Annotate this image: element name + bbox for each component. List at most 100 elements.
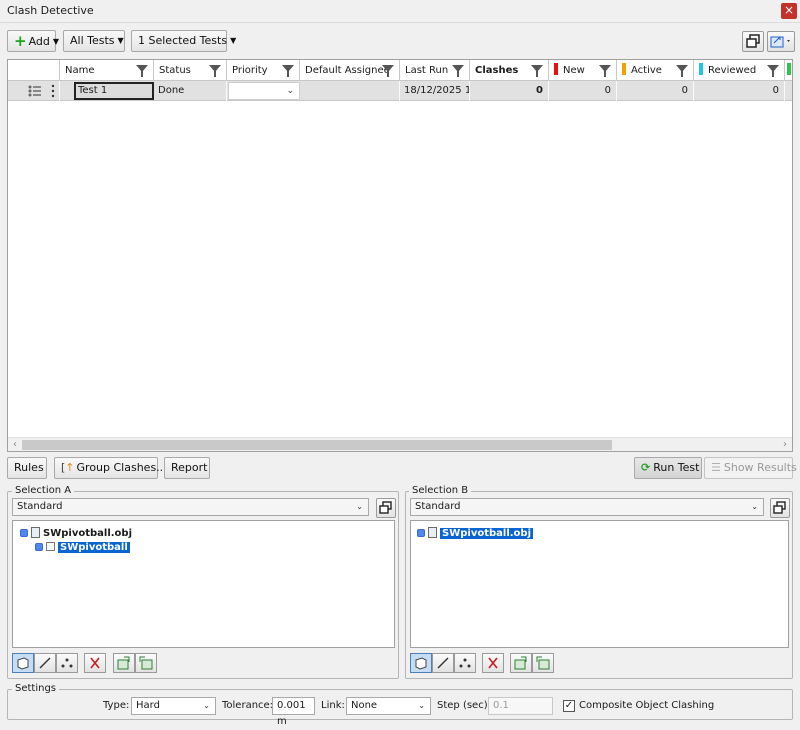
tree-node[interactable]: SWpivotball.obj xyxy=(20,527,132,541)
selection-a-restore-button[interactable] xyxy=(376,498,396,518)
filter-icon[interactable] xyxy=(136,65,148,77)
tree-node-label: SWpivotball.obj xyxy=(440,528,534,539)
tests-grid: Name Status Priority Default Assignee La… xyxy=(7,59,793,452)
lines-toggle[interactable] xyxy=(34,653,56,673)
rules-button[interactable]: Rules xyxy=(7,457,47,479)
column-header-priority[interactable]: Priority xyxy=(227,60,300,81)
horizontal-scrollbar[interactable]: ‹ › xyxy=(8,437,792,451)
selection-a-tree[interactable]: SWpivotball.obj SWpivotball xyxy=(12,520,395,648)
filter-icon[interactable] xyxy=(676,65,688,77)
close-button[interactable]: × xyxy=(781,3,797,19)
select-in-scene-icon xyxy=(536,656,550,670)
test-name-cell[interactable]: Test 1 xyxy=(74,82,154,100)
clash-type-select[interactable]: Hard ⌄ xyxy=(131,697,216,715)
column-header-clashes[interactable]: Clashes xyxy=(470,60,549,81)
assignee-cell[interactable] xyxy=(300,81,400,101)
filter-icon[interactable] xyxy=(767,65,779,77)
active-count-cell: 0 xyxy=(617,81,694,101)
use-current-selection-button[interactable] xyxy=(113,653,135,673)
tree-expander-icon[interactable] xyxy=(20,529,28,537)
composite-object-checkbox[interactable]: ✓ xyxy=(563,700,575,712)
export-menu-button[interactable] xyxy=(767,31,795,52)
step-input[interactable]: 0.1 xyxy=(488,697,553,715)
column-label: Name xyxy=(65,65,95,76)
selection-a-dropdown[interactable]: Standard ⌄ xyxy=(12,498,369,516)
tree-node[interactable]: SWpivotball xyxy=(35,541,130,555)
selection-b-tree[interactable]: SWpivotball.obj xyxy=(410,520,789,648)
filter-icon[interactable] xyxy=(452,65,464,77)
grid-header: Name Status Priority Default Assignee La… xyxy=(8,60,792,81)
filter-icon[interactable] xyxy=(382,65,394,77)
tree-node[interactable]: SWpivotball.obj xyxy=(417,527,534,541)
chevron-down-icon: ⌄ xyxy=(286,86,294,96)
table-row[interactable]: Test 1 Done ⌄ 18/12/2025 16 0 0 0 0 xyxy=(8,81,792,101)
self-intersect-toggle[interactable] xyxy=(84,653,106,673)
selected-tests-dropdown[interactable]: 1 Selected Tests ▼ xyxy=(131,30,236,52)
points-toggle[interactable] xyxy=(454,653,476,673)
column-header-new[interactable]: New xyxy=(549,60,617,81)
column-label: Clashes xyxy=(475,65,519,76)
column-header-reviewed[interactable]: Reviewed xyxy=(694,60,785,81)
surfaces-toggle[interactable] xyxy=(12,653,34,673)
window-title: Clash Detective xyxy=(7,4,94,17)
row-handle[interactable] xyxy=(8,81,60,101)
column-header-default-assignee[interactable]: Default Assignee xyxy=(300,60,400,81)
filter-icon[interactable] xyxy=(282,65,294,77)
add-test-button[interactable]: + Add ▼ xyxy=(7,30,59,52)
points-icon xyxy=(459,658,471,668)
selection-a-label: Selection A xyxy=(12,485,75,496)
clashes-cell: 0 xyxy=(470,81,549,101)
column-header-status[interactable]: Status xyxy=(154,60,227,81)
status-color-swatch xyxy=(554,63,558,75)
line-icon xyxy=(437,657,449,669)
points-toggle[interactable] xyxy=(56,653,78,673)
line-icon xyxy=(39,657,51,669)
select-in-scene-button[interactable] xyxy=(532,653,554,673)
scrollbar-thumb[interactable] xyxy=(22,440,612,450)
points-icon xyxy=(61,658,73,668)
selection-b-dropdown[interactable]: Standard ⌄ xyxy=(410,498,764,516)
scroll-right-arrow[interactable]: › xyxy=(778,438,792,452)
priority-select[interactable]: ⌄ xyxy=(228,82,300,100)
restore-panel-button[interactable] xyxy=(742,31,764,52)
column-header-name[interactable]: Name xyxy=(60,60,154,81)
chevron-down-icon: ▼ xyxy=(117,36,124,45)
surface-icon xyxy=(415,657,427,670)
add-label: Add xyxy=(28,35,50,48)
tree-expander-icon[interactable] xyxy=(417,529,425,537)
self-intersect-toggle[interactable] xyxy=(482,653,504,673)
document-icon xyxy=(31,527,40,538)
composite-object-label: Composite Object Clashing xyxy=(579,700,715,711)
link-select[interactable]: None ⌄ xyxy=(346,697,431,715)
restore-windows-icon xyxy=(379,501,392,514)
filter-icon[interactable] xyxy=(209,65,221,77)
tree-expander-icon[interactable] xyxy=(35,543,43,551)
selection-b-restore-button[interactable] xyxy=(770,498,790,518)
surfaces-toggle[interactable] xyxy=(410,653,432,673)
filter-icon[interactable] xyxy=(599,65,611,77)
use-current-selection-button[interactable] xyxy=(510,653,532,673)
surface-icon xyxy=(17,657,29,670)
tolerance-input[interactable]: 0.001 m xyxy=(272,697,315,727)
new-count-cell: 0 xyxy=(549,81,617,101)
column-header-last-run[interactable]: Last Run xyxy=(400,60,470,81)
status-color-swatch xyxy=(699,63,703,75)
column-label: Active xyxy=(631,65,662,76)
title-divider xyxy=(0,22,800,23)
group-clashes-button[interactable]: [↑ Group Clashes... xyxy=(54,457,167,479)
scroll-left-arrow[interactable]: ‹ xyxy=(8,438,22,452)
show-results-button[interactable]: ☰ Show Results xyxy=(704,457,797,479)
settings-label: Settings xyxy=(12,683,60,694)
restore-windows-icon xyxy=(773,501,786,514)
select-in-scene-icon xyxy=(139,656,153,670)
run-test-button[interactable]: ⟳ Run Test xyxy=(634,457,702,479)
column-header-active[interactable]: Active xyxy=(617,60,694,81)
lines-toggle[interactable] xyxy=(432,653,454,673)
column-label: New xyxy=(563,65,585,76)
report-button[interactable]: Report xyxy=(164,457,210,479)
tolerance-label: Tolerance: xyxy=(222,700,274,711)
select-in-scene-button[interactable] xyxy=(135,653,157,673)
export-icon xyxy=(770,36,790,48)
filter-icon[interactable] xyxy=(531,65,543,77)
all-tests-dropdown[interactable]: All Tests ▼ xyxy=(63,30,125,52)
